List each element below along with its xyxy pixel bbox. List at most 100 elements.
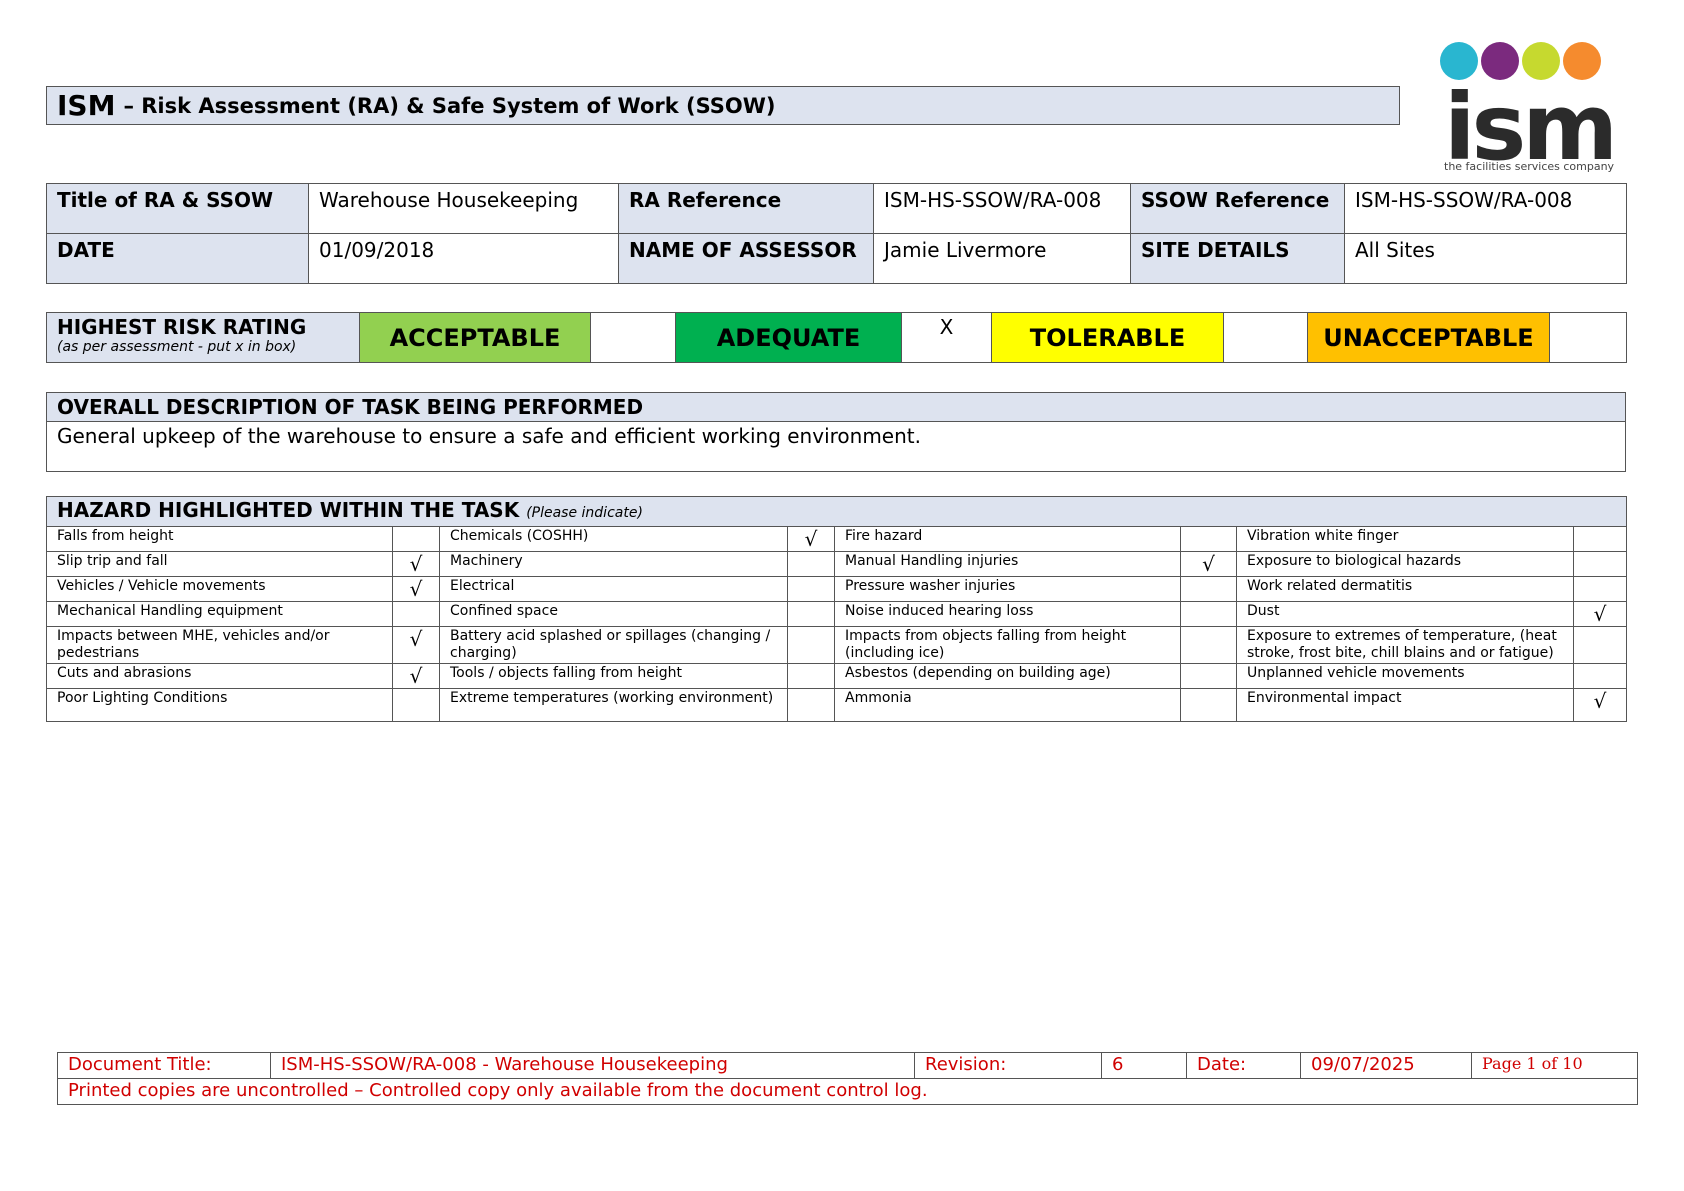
hazard-name: Pressure washer injuries <box>834 576 1181 602</box>
risk-mark-adequate[interactable]: X <box>901 312 992 363</box>
hazard-checkbox[interactable] <box>1180 526 1237 552</box>
risk-level-unacceptable: UNACCEPTABLE <box>1307 312 1550 363</box>
logo-tagline: the facilities services company <box>1444 160 1615 173</box>
hazard-checkbox[interactable] <box>1180 626 1237 664</box>
hazard-name: Environmental impact <box>1236 688 1574 722</box>
hazard-row: Falls from height Chemicals (COSHH) √ Fire … <box>46 526 1628 552</box>
hazard-checkbox[interactable]: √ <box>1180 551 1237 577</box>
hazard-name: Poor Lighting Conditions <box>46 688 393 722</box>
footer-revision-label: Revision: <box>914 1052 1102 1079</box>
hazard-name: Vibration white finger <box>1236 526 1574 552</box>
hazard-checkbox[interactable] <box>787 688 835 722</box>
footer-date-value: 09/07/2025 <box>1300 1052 1472 1079</box>
ism-logo: ism the facilities services company <box>1440 42 1618 182</box>
hazard-name: Slip trip and fall <box>46 551 393 577</box>
risk-level-adequate: ADEQUATE <box>675 312 902 363</box>
assessor-value: Jamie Livermore <box>873 233 1131 284</box>
assessor-label: NAME OF ASSESSOR <box>618 233 874 284</box>
site-details-label: SITE DETAILS <box>1130 233 1345 284</box>
hazard-checkbox[interactable] <box>1180 663 1237 689</box>
hazard-name: Confined space <box>439 601 788 627</box>
hazard-checkbox[interactable] <box>1572 576 1628 602</box>
document-title-bar: ISM – Risk Assessment (RA) & Safe System… <box>46 86 1400 125</box>
hazard-name: Exposure to extremes of temperature, (he… <box>1236 626 1574 664</box>
hazard-name: Battery acid splashed or spillages (chan… <box>439 626 788 664</box>
hazard-checkbox[interactable]: √ <box>392 663 440 689</box>
hazard-name: Dust <box>1236 601 1574 627</box>
hazard-heading: HAZARD HIGHLIGHTED WITHIN THE TASK <box>57 498 520 522</box>
hazard-checkbox[interactable] <box>787 551 835 577</box>
risk-mark-acceptable[interactable] <box>590 312 676 363</box>
hazard-name: Impacts between MHE, vehicles and/or ped… <box>46 626 393 664</box>
hazard-heading-cell: HAZARD HIGHLIGHTED WITHIN THE TASK (Plea… <box>45 496 1628 527</box>
hazard-checkbox[interactable] <box>1572 526 1628 552</box>
title-main: ISM <box>57 89 116 122</box>
hazard-row: Slip trip and fall √ Machinery Manual Handl… <box>46 551 1628 577</box>
hazard-checkbox[interactable]: √ <box>392 551 440 577</box>
footer-doc-title-value: ISM-HS-SSOW/RA-008 - Warehouse Housekeep… <box>270 1052 915 1079</box>
hazard-checkbox[interactable] <box>1572 663 1628 689</box>
ra-reference-value: ISM-HS-SSOW/RA-008 <box>873 183 1131 234</box>
hazard-checkbox[interactable] <box>787 576 835 602</box>
risk-mark-tolerable[interactable] <box>1223 312 1308 363</box>
footer-doc-title-label: Document Title: <box>57 1052 271 1079</box>
hazard-checkbox[interactable] <box>1572 551 1628 577</box>
hazard-rows: Falls from height Chemicals (COSHH) √ Fire … <box>46 526 1628 722</box>
hazard-checkbox[interactable] <box>392 601 440 627</box>
footer-date-label: Date: <box>1186 1052 1301 1079</box>
task-description-table: OVERALL DESCRIPTION OF TASK BEING PERFOR… <box>46 392 1626 472</box>
title-rest: – Risk Assessment (RA) & Safe System of … <box>123 93 776 118</box>
hazard-checkbox[interactable]: √ <box>392 576 440 602</box>
risk-mark-unacceptable[interactable] <box>1549 312 1627 363</box>
hazard-name: Asbestos (depending on building age) <box>834 663 1181 689</box>
task-description-text: General upkeep of the warehouse to ensur… <box>46 421 1626 472</box>
hazard-checkbox[interactable] <box>392 688 440 722</box>
hazard-checkbox[interactable] <box>1180 688 1237 722</box>
footer-uncontrolled-notice: Printed copies are uncontrolled – Contro… <box>57 1078 1638 1105</box>
hazard-checkbox[interactable] <box>1572 626 1628 664</box>
hazard-name: Noise induced hearing loss <box>834 601 1181 627</box>
title-value: Warehouse Housekeeping <box>308 183 619 234</box>
hazard-name: Manual Handling injuries <box>834 551 1181 577</box>
risk-rating-label-cell: HIGHEST RISK RATING (as per assessment -… <box>46 312 360 363</box>
hazard-checkbox[interactable]: √ <box>392 626 440 664</box>
hazard-name: Extreme temperatures (working environmen… <box>439 688 788 722</box>
hazard-name: Exposure to biological hazards <box>1236 551 1574 577</box>
hazard-name: Tools / objects falling from height <box>439 663 788 689</box>
hazard-checkbox[interactable] <box>1180 576 1237 602</box>
hazard-name: Ammonia <box>834 688 1181 722</box>
hazard-row: Cuts and abrasions √ Tools / objects falli… <box>46 663 1628 689</box>
ssow-reference-label: SSOW Reference <box>1130 183 1345 234</box>
risk-level-tolerable: TOLERABLE <box>991 312 1224 363</box>
risk-rating-label: HIGHEST RISK RATING <box>57 315 307 339</box>
hazard-name: Fire hazard <box>834 526 1181 552</box>
risk-level-acceptable: ACCEPTABLE <box>359 312 591 363</box>
ra-reference-label: RA Reference <box>618 183 874 234</box>
footer-page-number: Page 1 of 10 <box>1471 1052 1638 1079</box>
ssow-reference-value: ISM-HS-SSOW/RA-008 <box>1344 183 1627 234</box>
hazard-name: Chemicals (COSHH) <box>439 526 788 552</box>
date-label: DATE <box>46 233 309 284</box>
hazard-checkbox[interactable] <box>392 526 440 552</box>
hazard-name: Electrical <box>439 576 788 602</box>
hazard-checkbox[interactable] <box>787 663 835 689</box>
hazard-checkbox[interactable]: √ <box>1572 688 1628 722</box>
hazard-checkbox[interactable]: √ <box>1572 601 1628 627</box>
hazard-name: Mechanical Handling equipment <box>46 601 393 627</box>
hazard-row: Poor Lighting Conditions Extreme temperat… <box>46 688 1628 722</box>
date-value: 01/09/2018 <box>308 233 619 284</box>
hazard-name: Unplanned vehicle movements <box>1236 663 1574 689</box>
hazard-row: Impacts between MHE, vehicles and/or ped… <box>46 626 1628 664</box>
hazard-checkbox[interactable] <box>787 626 835 664</box>
hazard-row: Vehicles / Vehicle movements √ Electrical P… <box>46 576 1628 602</box>
hazard-name: Falls from height <box>46 526 393 552</box>
risk-rating-sublabel: (as per assessment - put x in box) <box>57 339 297 355</box>
hazard-checkbox[interactable] <box>787 601 835 627</box>
hazard-checkbox[interactable] <box>1180 601 1237 627</box>
site-details-value: All Sites <box>1344 233 1627 284</box>
hazard-name: Cuts and abrasions <box>46 663 393 689</box>
title-label: Title of RA & SSOW <box>46 183 309 234</box>
hazard-name: Work related dermatitis <box>1236 576 1574 602</box>
hazard-hint: (Please indicate) <box>526 505 643 521</box>
hazard-checkbox[interactable]: √ <box>787 526 835 552</box>
